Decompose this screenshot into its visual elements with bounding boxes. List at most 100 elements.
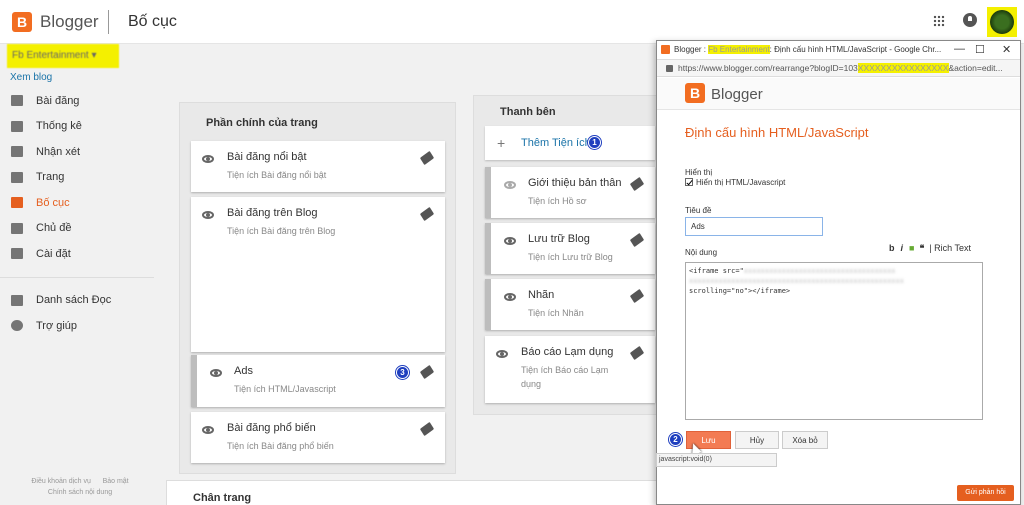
edit-pencil-icon[interactable] bbox=[629, 345, 645, 361]
title-label: Tiêu đề bbox=[685, 206, 712, 215]
sidebar-item-help[interactable]: Trợ giúp bbox=[0, 313, 160, 339]
widget-blog-posts[interactable]: Bài đăng trên Blog Tiện ích Bài đăng trê… bbox=[191, 197, 445, 352]
sidebar-section-title: Thanh bên bbox=[500, 106, 556, 118]
widget-title: Ads bbox=[234, 365, 253, 377]
widget-popular-posts[interactable]: Bài đăng phổ biến Tiện ích Bài đăng phổ … bbox=[191, 412, 445, 463]
edit-pencil-icon[interactable] bbox=[629, 176, 645, 192]
window-title-suffix: : Định cấu hình HTML/JavaScript - Google… bbox=[769, 45, 942, 54]
maximize-icon[interactable]: ☐ bbox=[975, 43, 985, 56]
drag-handle[interactable] bbox=[485, 279, 491, 330]
delete-button[interactable]: Xóa bỏ bbox=[782, 431, 828, 449]
notifications-icon[interactable] bbox=[963, 13, 977, 27]
widget-blog-archive[interactable]: Lưu trữ Blog Tiện ích Lưu trữ Blog bbox=[485, 223, 655, 274]
visibility-icon[interactable] bbox=[504, 293, 516, 301]
code-line-1: <iframe src=" bbox=[689, 267, 744, 275]
widget-ads[interactable]: Ads Tiện ích HTML/Javascript 3 bbox=[191, 355, 445, 407]
sidebar-item-label: Trợ giúp bbox=[36, 319, 78, 332]
widget-report-abuse[interactable]: Báo cáo Lạm dụng Tiện ích Báo cáo Lạm dụ… bbox=[485, 336, 655, 403]
sidebar-item-layout[interactable]: Bố cục bbox=[0, 190, 160, 216]
drag-handle[interactable] bbox=[485, 223, 491, 274]
display-checkbox-label: Hiển thị HTML/Javascript bbox=[696, 178, 786, 187]
sidebar-item-settings[interactable]: Cài đặt bbox=[0, 241, 160, 267]
edit-pencil-icon[interactable] bbox=[419, 421, 435, 437]
edit-pencil-icon[interactable] bbox=[419, 206, 435, 222]
footer-section-title: Chân trang bbox=[193, 492, 252, 504]
comments-icon bbox=[11, 146, 23, 158]
popup-header: B Blogger bbox=[657, 78, 1020, 110]
add-gadget-button[interactable]: + Thêm Tiện ích 1 bbox=[485, 126, 655, 160]
quote-icon[interactable]: ❝ bbox=[919, 243, 924, 253]
terms-link[interactable]: Điều khoản dịch vụ bbox=[31, 478, 91, 485]
window-title-redacted: Fb Entertainment bbox=[708, 45, 770, 54]
code-redacted: xxxxxxxxxxxxxxxxxxxxxxxxxxxxxxxxxxxx bbox=[743, 267, 896, 275]
view-blog-link[interactable]: Xem blog bbox=[10, 72, 52, 83]
visibility-icon[interactable] bbox=[202, 155, 214, 163]
widget-profile[interactable]: Giới thiệu bản thân Tiện ích Hồ sơ bbox=[485, 167, 655, 218]
widget-featured-post[interactable]: Bài đăng nổi bật Tiện ích Bài đăng nổi b… bbox=[191, 141, 445, 192]
title-divider bbox=[108, 10, 109, 34]
sidebar-item-comments[interactable]: Nhận xét bbox=[0, 139, 160, 165]
visibility-icon[interactable] bbox=[210, 369, 222, 377]
sidebar-item-label: Nhận xét bbox=[36, 145, 81, 158]
url-suffix: &action=edit... bbox=[948, 63, 1003, 73]
bold-icon[interactable]: b bbox=[889, 243, 895, 253]
blogger-logo-icon: B bbox=[685, 83, 705, 103]
close-icon[interactable]: ✕ bbox=[1002, 43, 1011, 56]
visibility-icon[interactable] bbox=[202, 426, 214, 434]
apps-grid-icon[interactable] bbox=[933, 15, 945, 27]
posts-icon bbox=[11, 95, 23, 107]
sidebar-item-theme[interactable]: Chủ đề bbox=[0, 216, 160, 242]
minimize-icon[interactable]: — bbox=[954, 43, 965, 55]
widget-labels[interactable]: Nhãn Tiện ích Nhãn bbox=[485, 279, 655, 330]
visibility-icon[interactable] bbox=[504, 237, 516, 245]
widget-subtitle: Tiện ích Báo cáo Lạm dụng bbox=[521, 365, 609, 389]
edit-pencil-icon[interactable] bbox=[419, 364, 435, 380]
drag-handle[interactable] bbox=[485, 167, 491, 218]
sidebar-item-label: Cài đặt bbox=[36, 247, 71, 260]
brand-name[interactable]: Blogger bbox=[40, 12, 99, 32]
popup-heading: Định cấu hình HTML/JavaScript bbox=[685, 125, 869, 140]
address-bar[interactable]: https://www.blogger.com/rearrange?blogID… bbox=[657, 59, 1020, 77]
sidebar-item-posts[interactable]: Bài đăng bbox=[0, 88, 160, 114]
feedback-button[interactable]: Gửi phản hồi bbox=[957, 485, 1014, 501]
content-label: Nội dung bbox=[685, 248, 718, 257]
popup-brand: Blogger bbox=[711, 86, 763, 103]
sidebar-divider bbox=[0, 276, 154, 278]
avatar[interactable] bbox=[987, 7, 1017, 37]
edit-pencil-icon[interactable] bbox=[419, 150, 435, 166]
avatar-image bbox=[990, 10, 1014, 34]
sidebar-item-stats[interactable]: Thống kê bbox=[0, 114, 160, 140]
display-checkbox[interactable] bbox=[685, 178, 693, 186]
sidebar-item-pages[interactable]: Trang bbox=[0, 165, 160, 191]
visibility-icon[interactable] bbox=[202, 211, 214, 219]
stats-icon bbox=[11, 120, 23, 132]
add-gadget-label: Thêm Tiện ích bbox=[521, 137, 591, 149]
privacy-link[interactable]: Bảo mật bbox=[103, 478, 129, 485]
window-title-prefix: Blogger : bbox=[674, 45, 709, 54]
edit-pencil-icon[interactable] bbox=[629, 288, 645, 304]
content-textarea[interactable]: <iframe src="xxxxxxxxxxxxxxxxxxxxxxxxxxx… bbox=[685, 262, 983, 420]
title-input[interactable]: Ads bbox=[685, 217, 823, 236]
drag-handle[interactable] bbox=[191, 355, 197, 407]
sidebar-item-label: Trang bbox=[36, 171, 65, 184]
edit-pencil-icon[interactable] bbox=[629, 232, 645, 248]
widget-title: Bài đăng nổi bật bbox=[227, 151, 307, 163]
image-icon[interactable]: ■ bbox=[909, 243, 914, 253]
step-badge-3: 3 bbox=[396, 366, 409, 379]
blog-selector[interactable]: Fb Entertainment ▾ bbox=[7, 44, 119, 68]
sidebar-item-label: Chủ đề bbox=[36, 222, 72, 235]
cancel-button[interactable]: Hủy bbox=[735, 431, 779, 449]
main-section-title: Phần chính của trang bbox=[206, 117, 318, 129]
visibility-icon[interactable] bbox=[496, 350, 508, 358]
content-policy-link[interactable]: Chính sách nội dung bbox=[48, 489, 112, 496]
rich-text-link[interactable]: Rich Text bbox=[934, 243, 971, 253]
widget-subtitle: Tiện ích HTML/Javascript bbox=[234, 384, 336, 394]
blogger-favicon-icon bbox=[661, 45, 670, 54]
visibility-off-icon[interactable] bbox=[504, 181, 516, 189]
blogger-logo-icon[interactable]: B bbox=[12, 12, 32, 32]
italic-icon[interactable]: i bbox=[901, 243, 904, 253]
url-redacted: XXXXXXXXXXXXXXXX bbox=[857, 63, 949, 73]
sidebar-item-reading-list[interactable]: Danh sách Đọc bbox=[0, 288, 160, 314]
rich-text-toolbar: b i ■ ❝ | Rich Text bbox=[889, 243, 971, 253]
widget-subtitle: Tiện ích Bài đăng nổi bật bbox=[227, 170, 327, 180]
